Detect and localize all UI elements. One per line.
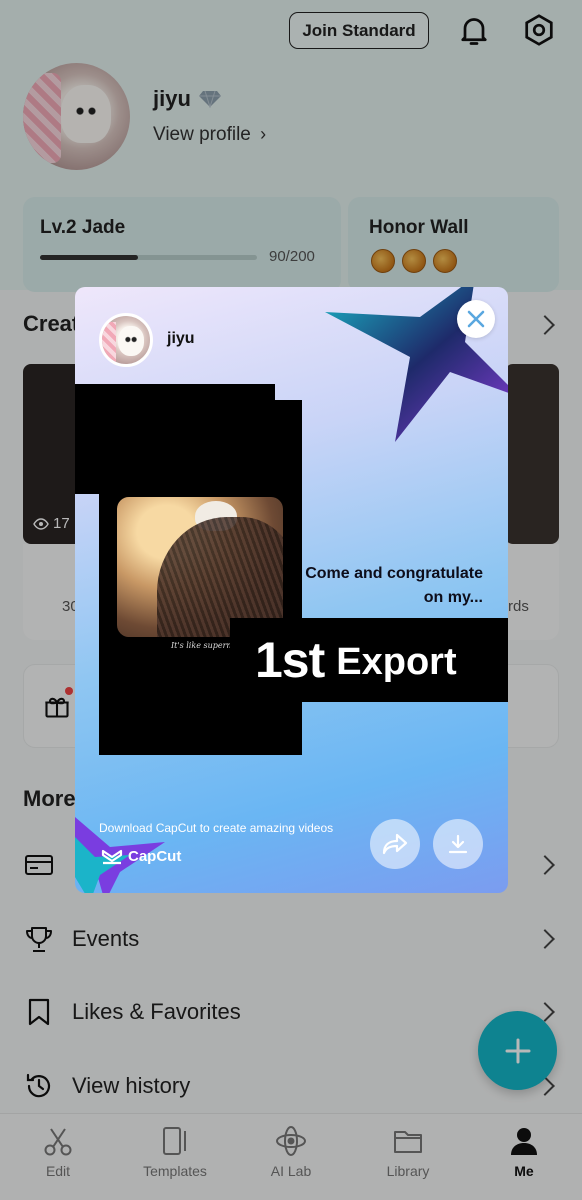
download-icon bbox=[448, 834, 468, 854]
first-export-banner: 1st Export bbox=[230, 618, 508, 702]
close-button[interactable] bbox=[457, 300, 495, 338]
capcut-brand-text: CapCut bbox=[128, 848, 182, 865]
exported-video-preview bbox=[117, 497, 283, 637]
first-export-share-card: jiyu It's like supernatural Come and con… bbox=[75, 287, 508, 893]
capcut-logo: CapCut bbox=[101, 848, 181, 865]
share-card-username: jiyu bbox=[167, 330, 195, 347]
capcut-logo-icon bbox=[101, 849, 123, 864]
close-icon bbox=[467, 310, 485, 328]
congrats-line: on my... bbox=[423, 589, 483, 606]
download-promo-text: Download CapCut to create amazing videos bbox=[99, 821, 334, 835]
share-card-avatar bbox=[99, 313, 153, 367]
share-icon bbox=[382, 833, 408, 855]
download-button[interactable] bbox=[433, 819, 483, 869]
export-ordinal: 1st bbox=[255, 632, 325, 688]
congrats-text: Come and congratulate on my... bbox=[275, 562, 483, 610]
congrats-line: Come and congratulate bbox=[305, 565, 483, 582]
share-button[interactable] bbox=[370, 819, 420, 869]
export-word: Export bbox=[336, 640, 457, 683]
